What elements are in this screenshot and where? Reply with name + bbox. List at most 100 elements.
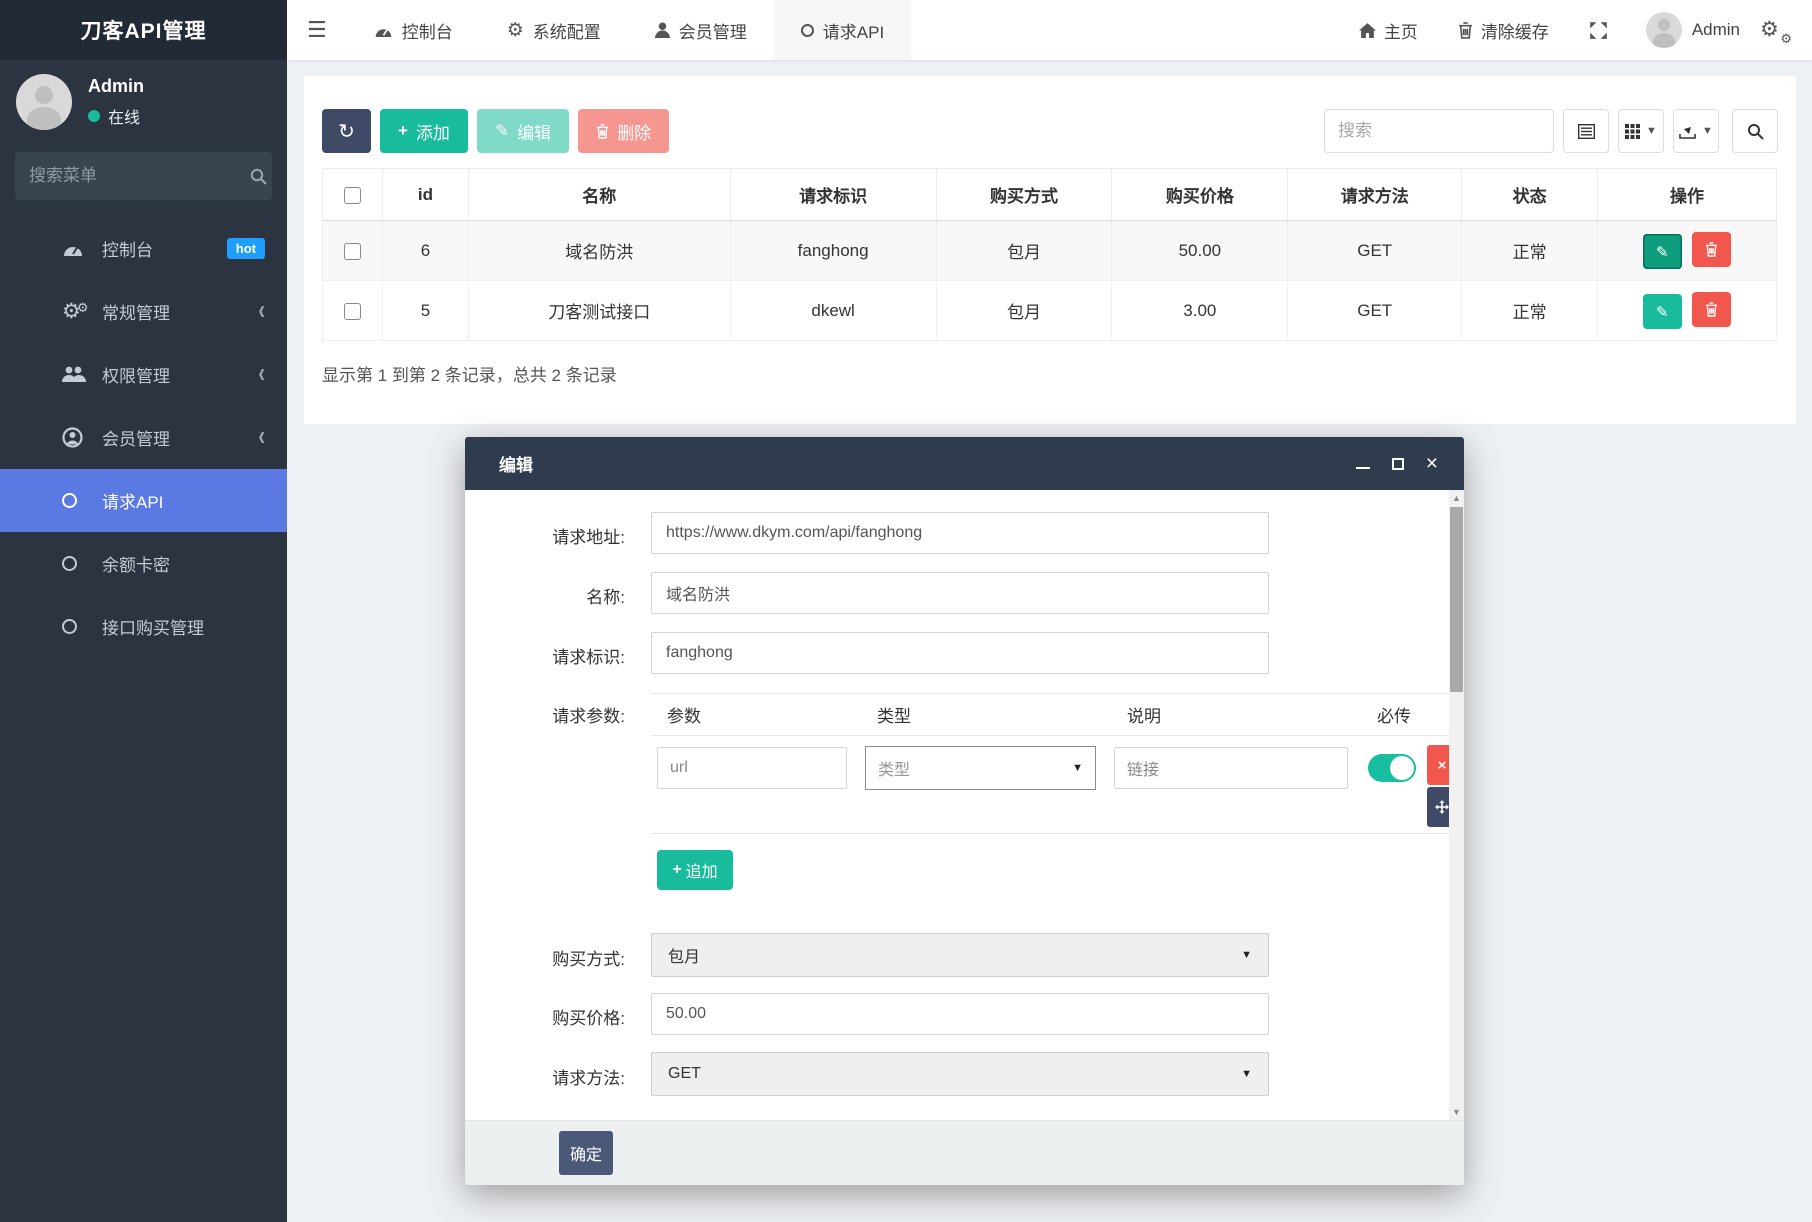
pencil-icon: ✎	[1656, 243, 1669, 261]
name-input[interactable]	[651, 572, 1269, 614]
tab-system-config[interactable]: ⚙ 系统配置	[480, 0, 628, 60]
sidebar-item-permissions[interactable]: 权限管理 ‹	[0, 343, 287, 406]
sidebar-item-label: 会员管理	[102, 425, 170, 450]
chevron-down-icon: ▼	[1072, 762, 1083, 774]
table-search-input[interactable]	[1324, 109, 1554, 153]
search-button[interactable]	[1732, 109, 1778, 153]
table-row[interactable]: 5 刀客测试接口 dkewl 包月 3.00 GET 正常 ✎	[323, 281, 1777, 341]
buy-mode-select[interactable]: 包月 ▼	[651, 933, 1269, 977]
sidebar-item-dashboard[interactable]: 控制台 hot	[0, 217, 287, 280]
scrollbar-thumb[interactable]	[1450, 507, 1463, 692]
col-tag[interactable]: 请求标识	[730, 169, 936, 221]
table-header-row: id 名称 请求标识 购买方式 购买价格 请求方法 状态 操作	[323, 169, 1777, 221]
delete-label: 删除	[617, 119, 651, 144]
add-button[interactable]: +添加	[380, 109, 468, 153]
sidebar-item-request-api[interactable]: 请求API	[0, 469, 287, 532]
cogs-icon: ⚙⚙	[62, 299, 102, 324]
request-url-label: 请求地址:	[465, 523, 625, 548]
cell-method: GET	[1288, 221, 1462, 281]
sidebar-item-members[interactable]: 会员管理 ‹	[0, 406, 287, 469]
param-desc-input[interactable]	[1114, 747, 1348, 789]
edit-label: 编辑	[517, 119, 551, 144]
row-edit-button[interactable]: ✎	[1643, 294, 1682, 329]
sidebar-item-label: 常规管理	[102, 299, 170, 324]
row-delete-button[interactable]	[1692, 292, 1731, 327]
col-price[interactable]: 购买价格	[1112, 169, 1288, 221]
row-edit-button[interactable]: ✎	[1643, 234, 1682, 269]
confirm-button[interactable]: 确定	[559, 1131, 613, 1175]
minimize-icon[interactable]	[1356, 459, 1370, 469]
export-button[interactable]: ▼	[1673, 109, 1719, 153]
select-all-checkbox[interactable]	[344, 187, 361, 204]
modal-scrollbar[interactable]: ▲ ▼	[1449, 490, 1464, 1120]
row-delete-button[interactable]	[1692, 232, 1731, 267]
append-param-button[interactable]: +追加	[657, 850, 733, 890]
col-buy-mode[interactable]: 购买方式	[936, 169, 1112, 221]
divider	[651, 735, 1450, 736]
cell-status: 正常	[1462, 281, 1598, 341]
request-tag-input[interactable]	[651, 632, 1269, 674]
tab-members[interactable]: 会员管理	[628, 0, 774, 60]
columns-button[interactable]: ▼	[1618, 109, 1664, 153]
sidebar-item-api-purchase[interactable]: 接口购买管理	[0, 595, 287, 658]
method-select[interactable]: GET ▼	[651, 1052, 1269, 1096]
pencil-icon: ✎	[495, 121, 509, 141]
modal-footer: 确定	[465, 1120, 1464, 1185]
row-checkbox[interactable]	[344, 243, 361, 260]
col-method[interactable]: 请求方法	[1288, 169, 1462, 221]
delete-button[interactable]: 删除	[578, 109, 669, 153]
buy-mode-label: 购买方式:	[465, 945, 625, 970]
cell-id: 5	[382, 281, 468, 341]
detail-view-button[interactable]	[1563, 109, 1609, 153]
home-link[interactable]: 主页	[1339, 18, 1438, 43]
move-icon	[1435, 800, 1449, 814]
hamburger-icon[interactable]: ☰	[287, 0, 347, 60]
clear-cache-link[interactable]: 清除缓存	[1438, 18, 1569, 43]
param-name-input[interactable]	[657, 747, 847, 789]
edit-modal: 编辑 × 请求地址: 名称: 请求标识: 请求参数: 参数 类型 说明 必传 类…	[465, 437, 1464, 1185]
scroll-down-icon[interactable]: ▼	[1449, 1104, 1464, 1120]
col-id[interactable]: id	[382, 169, 468, 221]
close-icon[interactable]: ×	[1426, 455, 1438, 473]
cell-method: GET	[1288, 281, 1462, 341]
col-name[interactable]: 名称	[468, 169, 730, 221]
sidebar: 刀客API管理 Admin 在线 控制台 hot ⚙⚙ 常规管理	[0, 0, 287, 1222]
maximize-icon[interactable]	[1392, 458, 1404, 470]
circle-icon	[801, 24, 814, 37]
request-url-input[interactable]	[651, 512, 1269, 554]
col-ops[interactable]: 操作	[1598, 169, 1777, 221]
price-label: 购买价格:	[465, 1004, 625, 1029]
add-label: 添加	[416, 119, 450, 144]
price-input[interactable]	[651, 993, 1269, 1035]
sidebar-item-general[interactable]: ⚙⚙ 常规管理 ‹	[0, 280, 287, 343]
required-toggle[interactable]	[1368, 754, 1416, 782]
tab-label: 控制台	[402, 18, 453, 43]
circle-icon	[62, 556, 102, 571]
divider	[651, 833, 1450, 834]
tab-dashboard[interactable]: 控制台	[347, 0, 480, 60]
param-type-select[interactable]: 类型 ▼	[865, 746, 1096, 790]
trash-icon	[596, 124, 609, 139]
avatar[interactable]	[1646, 12, 1682, 48]
users-icon	[62, 366, 102, 383]
sidebar-item-balance-cards[interactable]: 余额卡密	[0, 532, 287, 595]
app-title: 刀客API管理	[0, 0, 287, 60]
row-checkbox[interactable]	[344, 303, 361, 320]
table-row[interactable]: 6 域名防洪 fanghong 包月 50.00 GET 正常 ✎	[323, 221, 1777, 281]
param-col-required: 必传	[1377, 702, 1411, 727]
sidebar-search-input[interactable]	[29, 166, 250, 186]
settings-button[interactable]: ⚙⚙	[1740, 17, 1794, 43]
export-icon	[1679, 124, 1696, 139]
fullscreen-button[interactable]	[1569, 21, 1628, 40]
scroll-up-icon[interactable]: ▲	[1449, 490, 1464, 506]
buy-mode-value: 包月	[668, 943, 700, 967]
refresh-button[interactable]: ↻	[322, 109, 371, 153]
trash-icon	[1458, 22, 1473, 39]
modal-header[interactable]: 编辑 ×	[465, 437, 1464, 490]
edit-button[interactable]: ✎ 编辑	[477, 109, 569, 153]
method-label: 请求方法:	[465, 1064, 625, 1089]
table-toolbar: ↻ +添加 ✎ 编辑 删除 ▼	[304, 76, 1796, 153]
tab-request-api[interactable]: 请求API	[774, 0, 911, 60]
col-status[interactable]: 状态	[1462, 169, 1598, 221]
table-panel: ↻ +添加 ✎ 编辑 删除 ▼	[304, 76, 1796, 424]
